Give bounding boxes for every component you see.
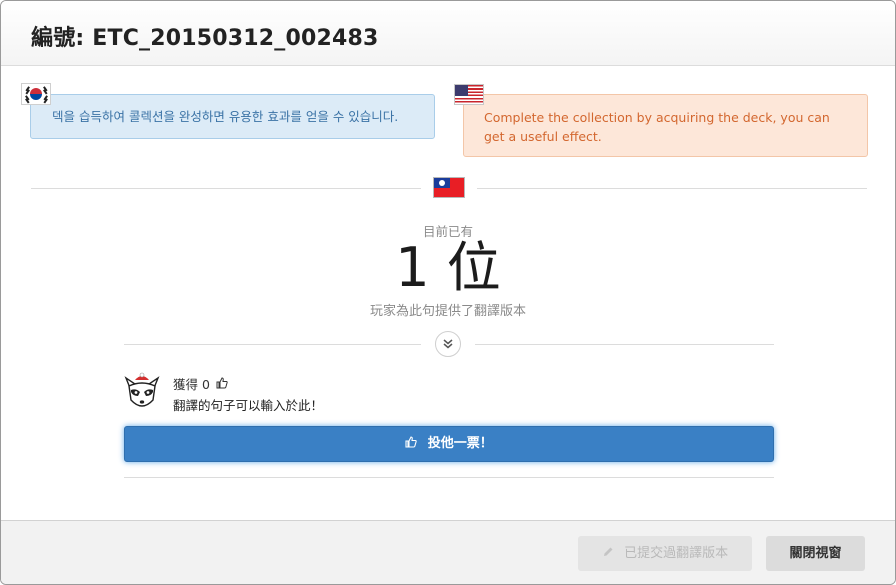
dialog-title: 編號: ETC_20150312_002483 — [31, 26, 379, 51]
double-chevron-down-icon — [443, 338, 453, 352]
translation-text: 翻譯的句子可以輸入於此！ — [173, 398, 324, 413]
taiwan-flag-icon — [433, 177, 465, 198]
expand-divider-left — [124, 344, 421, 345]
expand-divider-right — [475, 344, 774, 345]
korea-flag-icon — [21, 83, 51, 105]
vote-count: 獲得 0 — [173, 374, 228, 393]
section-divider-right — [477, 188, 867, 189]
dialog-footer: 已提交過翻譯版本 關閉視窗 — [1, 520, 895, 584]
korean-source-box: 덱을 습득하여 콜렉션을 완성하면 유용한 효과를 얻을 수 있습니다. — [30, 94, 435, 139]
translation-dialog: 編號: ETC_20150312_002483 덱을 습득하여 콜렉션을 완성하… — [0, 0, 896, 585]
english-source-text: Complete the collection by acquiring the… — [484, 110, 830, 144]
vote-count-label: 獲得 0 — [173, 377, 210, 392]
vote-button-label: 投他一票！ — [427, 436, 493, 451]
submitted-button[interactable]: 已提交過翻譯版本 — [578, 536, 752, 571]
entry-divider — [124, 477, 774, 478]
avatar — [124, 372, 160, 412]
thumbs-up-icon — [216, 377, 228, 392]
translator-count: 1 位 — [395, 236, 501, 299]
dialog-header: 編號: ETC_20150312_002483 — [1, 1, 895, 66]
submitted-button-label: 已提交過翻譯版本 — [624, 546, 729, 561]
thumbs-up-icon — [405, 428, 417, 462]
section-divider-left — [31, 188, 421, 189]
expand-button[interactable] — [435, 331, 461, 357]
close-button[interactable]: 關閉視窗 — [766, 536, 865, 571]
pencil-icon — [602, 537, 614, 572]
korean-source-text: 덱을 습득하여 콜렉션을 완성하면 유용한 효과를 얻을 수 있습니다. — [52, 109, 399, 124]
close-button-label: 關閉視窗 — [789, 546, 842, 561]
english-source-box: Complete the collection by acquiring the… — [463, 94, 868, 157]
count-subtitle: 玩家為此句提供了翻譯版本 — [369, 304, 526, 319]
vote-button[interactable]: 投他一票！ — [124, 426, 774, 462]
us-flag-icon — [454, 84, 484, 105]
